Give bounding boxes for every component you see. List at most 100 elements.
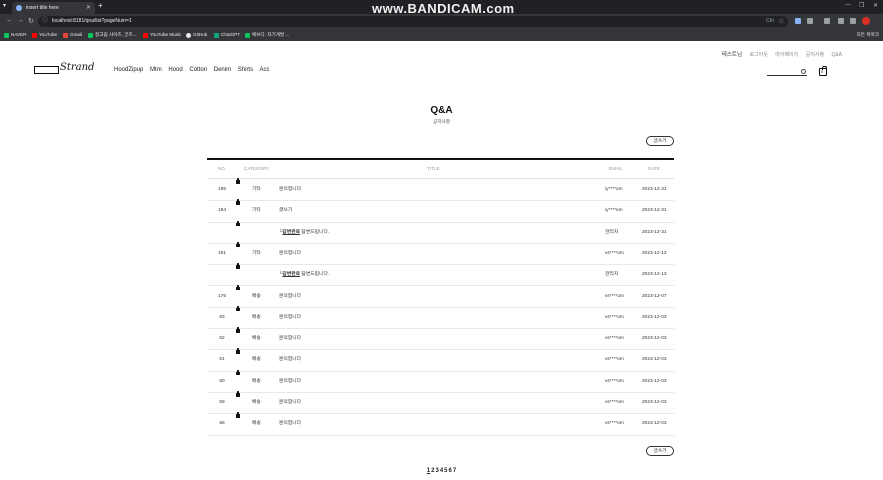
tab-search-icon[interactable]: ▾ [3, 2, 6, 9]
header-title: TITLE [427, 166, 440, 171]
row-date: 2023-12-13 [642, 272, 667, 278]
row-email: vs****om [605, 250, 624, 256]
page-link[interactable]: 7 [453, 468, 456, 474]
table-row[interactable]: 176 배송 문의합니다 vs****om 2023-12-07 [207, 284, 674, 308]
row-title-link[interactable]: 문의합니다 [279, 308, 301, 328]
maximize-icon[interactable]: ❐ [859, 2, 864, 9]
reload-icon[interactable]: ↻ [28, 17, 34, 25]
row-title-link[interactable]: 문의합니다 [279, 393, 301, 413]
row-email: 관리자 [605, 272, 619, 278]
translate-icon[interactable] [838, 18, 844, 24]
bookmark-item[interactable]: Gmail [63, 31, 82, 39]
row-title-link[interactable]: 문의합니다 [279, 350, 301, 370]
row-date: 2023-12-31 [642, 187, 667, 192]
bookmark-item[interactable]: ChatGPT [214, 31, 240, 39]
search-icon[interactable] [801, 69, 806, 74]
table-row[interactable]: 59 배송 문의합니다 vs****om 2023-12-03 [207, 391, 674, 415]
notice-sublink[interactable]: 공지사항 [0, 119, 883, 125]
table-row[interactable]: 194 기타 글쓰기 iy****om 2023-12-31 [207, 199, 674, 223]
github-icon [186, 32, 191, 38]
mypage-link[interactable]: 마이페이지 [775, 52, 798, 58]
close-window-icon[interactable]: ✕ [873, 2, 878, 9]
browser-tab[interactable]: insert title here ✕ [12, 2, 95, 14]
minimize-icon[interactable]: — [845, 2, 851, 8]
extension-icon[interactable] [807, 18, 813, 24]
table-row[interactable]: └답변완료 답변드립니다. 관리자 2023-12-13 [207, 263, 674, 287]
forward-icon[interactable]: → [17, 17, 24, 24]
download-icon[interactable] [824, 18, 830, 24]
row-title: 답변드립니다. [301, 272, 330, 278]
menu-item-mtm[interactable]: Mtm [150, 67, 162, 73]
row-title-link[interactable]: 문의합니다 [279, 329, 301, 349]
table-row[interactable]: 61 배송 문의합니다 vs****om 2023-12-03 [207, 348, 674, 372]
page-link[interactable]: 1 [427, 468, 430, 474]
new-tab-button[interactable]: + [98, 1, 103, 10]
table-row[interactable]: └답변완료 답변드립니다. 관리자 2023-12-31 [207, 220, 674, 244]
bookmarks-bar: NAVER YouTube Gmail 정고림 사이즈, 굿즈... YouTu… [0, 29, 883, 41]
board-header: NO. CATEGORY TITLE EMAIL DATE [207, 159, 674, 179]
header-category: CATEGORY [244, 166, 270, 171]
row-title-link[interactable]: 문의합니다 [279, 372, 301, 392]
extension-icon[interactable] [795, 18, 801, 24]
address-bar[interactable]: ⓘ localhost:8181/qna/list?pageNum=1 Ctrl… [38, 16, 788, 27]
site-info-icon[interactable]: ⓘ [42, 16, 48, 27]
row-date: 2023-12-07 [642, 293, 667, 299]
row-title-link[interactable]: └답변완료 답변드립니다. [279, 223, 329, 243]
bookmark-item[interactable]: 정고림 사이즈, 굿즈... [88, 31, 136, 39]
row-title-link[interactable]: 글쓰기 [279, 201, 292, 221]
header-email: EMAIL [609, 166, 623, 171]
row-no: 195 [217, 187, 226, 192]
write-button[interactable]: 글쓰기 [646, 446, 674, 456]
all-bookmarks-folder[interactable]: 모든 북마크 [857, 31, 879, 39]
row-date: 2023-12-03 [642, 400, 667, 405]
search-input[interactable] [767, 75, 807, 76]
reply-status: 답변완료 [282, 272, 301, 278]
bookmark-item[interactable]: 에브다. 자기개발 ... [245, 31, 289, 39]
notice-link[interactable]: 공지사항 [806, 52, 824, 58]
bookmark-item[interactable]: GitHub [186, 31, 207, 39]
row-title-link[interactable]: 문의합니다 [279, 244, 301, 264]
logout-link[interactable]: 로그아웃 [749, 52, 767, 58]
row-email: vs****om [605, 378, 624, 384]
menu-item-denim[interactable]: Denim [214, 67, 231, 73]
youtube-icon [32, 32, 37, 38]
row-title-link[interactable]: 문의합니다 [279, 414, 301, 434]
bookmark-item[interactable]: YouTube [32, 31, 57, 39]
page-link[interactable]: 6 [449, 468, 452, 474]
side-panel-icon[interactable] [850, 18, 856, 24]
table-row[interactable]: 191 기타 문의합니다 vs****om 2023-12-12 [207, 242, 674, 266]
row-category: 배송 [252, 400, 261, 405]
page-link[interactable]: 2 [431, 468, 434, 474]
header-no: NO. [217, 166, 227, 171]
bookmark-item[interactable]: YouTube Music [143, 31, 181, 39]
bookmark-star-icon[interactable]: ☆ [778, 16, 784, 27]
table-row[interactable]: 63 배송 문의합니다 vs****om 2023-12-03 [207, 306, 674, 330]
table-row[interactable]: 62 배송 문의합니다 vs****om 2023-12-03 [207, 327, 674, 351]
row-title-link[interactable]: └답변완료 답변드립니다. [279, 265, 329, 285]
menu-item-acc[interactable]: Acc [259, 67, 269, 73]
page-link[interactable]: 5 [444, 468, 447, 474]
gmail-icon [63, 32, 68, 38]
header-date: DATE [648, 166, 660, 171]
table-row[interactable]: 60 배송 문의합니다 vs****om 2023-12-03 [207, 369, 674, 393]
row-title-link[interactable]: 문의합니다. [279, 180, 302, 200]
bookmark-item[interactable]: NAVER [4, 31, 27, 39]
lock-icon [236, 391, 240, 397]
page-link[interactable]: 4 [440, 468, 443, 474]
qna-link[interactable]: Q&A [831, 52, 842, 58]
user-greeting: 테스트님 [721, 52, 743, 58]
table-row[interactable]: 58 배송 문의합니다 vs****om 2023-12-03 [207, 412, 674, 436]
page-link[interactable]: 3 [435, 468, 438, 474]
close-tab-icon[interactable]: ✕ [86, 2, 91, 14]
menu-item-hood[interactable]: Hood [168, 67, 182, 73]
write-button[interactable]: 글쓰기 [646, 136, 674, 146]
menu-item-cotton[interactable]: Cotton [189, 67, 207, 73]
back-icon[interactable]: ← [6, 17, 13, 24]
menu-item-hoodzipup[interactable]: HoodZipup [114, 67, 143, 73]
profile-avatar[interactable] [862, 17, 870, 25]
table-row[interactable]: 195 기타 문의합니다. iy****om 2023-12-31 [207, 178, 674, 202]
row-date: 2023-12-03 [642, 421, 667, 427]
site-logo[interactable]: Strand [34, 62, 94, 76]
menu-item-shirts[interactable]: Shirts [238, 67, 253, 73]
row-title-link[interactable]: 문의합니다 [279, 287, 301, 307]
